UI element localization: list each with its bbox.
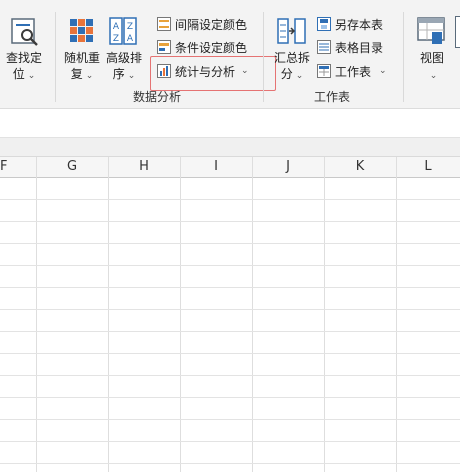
highlight-box (150, 56, 276, 91)
worksheet-icon (317, 64, 331, 78)
table-directory-icon (317, 40, 331, 54)
grid-column-line (108, 157, 109, 472)
grid-row-line (0, 375, 460, 376)
grid-column-line (396, 157, 397, 472)
view-icon (417, 17, 445, 44)
table-directory-button[interactable]: 表格目录 (317, 37, 383, 57)
condition-color-icon (157, 40, 171, 54)
grid-row-line (0, 463, 460, 464)
save-as-table-button[interactable]: 另存本表 (317, 14, 383, 34)
summary-split-button[interactable]: 汇总拆 分 ⌄ (270, 14, 314, 84)
grid-row-line (0, 353, 460, 354)
grid-row-line (0, 243, 460, 244)
grid-row-line (0, 265, 460, 266)
save-as-table-label: 另存本表 (335, 17, 384, 32)
save-as-table-icon (317, 17, 331, 31)
view-label: 视图 (419, 51, 444, 65)
interval-color-label: 间隔设定颜色 (175, 17, 248, 32)
column-header-l[interactable]: L (396, 157, 460, 178)
grid-row-line (0, 199, 460, 200)
summary-split-label-2: 分 ⌄ (280, 67, 304, 81)
group-label-data-analysis: 数据分析 (133, 90, 182, 104)
grid-row-line (0, 287, 460, 288)
group-label-worksheet: 工作表 (314, 90, 351, 104)
find-locate-label-1: 查找定 (5, 51, 42, 65)
ribbon: 查找定 位 ⌄ 随机重 复 ⌄ A Z Z A 高级排 序 ⌄ 间隔设定颜色 条… (0, 0, 460, 109)
ribbon-separator (403, 12, 404, 102)
find-locate-button[interactable]: 查找定 位 ⌄ (2, 14, 46, 84)
advanced-sort-button[interactable]: A Z Z A 高级排 序 ⌄ (104, 14, 144, 84)
worksheet-button[interactable]: 工作表 ⌄ (317, 61, 387, 81)
grid-column-line (252, 157, 253, 472)
advanced-sort-icon: A Z Z A (109, 17, 137, 45)
column-header-g[interactable]: G (36, 157, 108, 178)
grid-row-line (0, 331, 460, 332)
table-directory-label: 表格目录 (335, 40, 384, 55)
interval-color-button[interactable]: 间隔设定颜色 (157, 14, 247, 34)
chevron-down-icon: ⌄ (27, 71, 36, 81)
column-header-i[interactable]: I (180, 157, 252, 178)
ribbon-separator (55, 12, 56, 102)
grid-column-line (324, 157, 325, 472)
chevron-down-icon: ⌄ (295, 71, 304, 81)
chevron-down-icon: ⌄ (127, 71, 136, 81)
svg-text:Z: Z (113, 34, 119, 44)
grid-row-line (0, 309, 460, 310)
view-chevron: ⌄ (412, 66, 452, 84)
random-repeat-label-2: 复 ⌄ (70, 67, 94, 81)
chevron-down-icon: ⌄ (85, 71, 94, 81)
formula-bar[interactable] (0, 109, 460, 138)
worksheet-label: 工作表 (335, 64, 372, 79)
interval-color-icon (157, 17, 171, 31)
grid-row-line (0, 441, 460, 442)
svg-text:A: A (113, 22, 120, 32)
grid-row-line (0, 397, 460, 398)
chevron-down-icon: ⌄ (429, 71, 438, 81)
column-header-j[interactable]: J (252, 157, 324, 178)
column-header-f[interactable]: F (0, 157, 36, 178)
ribbon-overflow-edge (455, 16, 460, 48)
random-repeat-button[interactable]: 随机重 复 ⌄ (62, 14, 102, 84)
advanced-sort-label-2: 序 ⌄ (112, 67, 136, 81)
ribbon-separator (263, 12, 264, 102)
summary-split-icon (277, 18, 306, 44)
advanced-sort-label-1: 高级排 (105, 51, 142, 65)
grid-column-line (180, 157, 181, 472)
summary-split-label-1: 汇总拆 (273, 51, 310, 65)
random-repeat-icon (70, 19, 93, 42)
svg-text:Z: Z (127, 22, 133, 32)
condition-color-label: 条件设定颜色 (175, 40, 248, 55)
condition-color-button[interactable]: 条件设定颜色 (157, 37, 247, 57)
grid-column-line (36, 157, 37, 472)
grid-row-line (0, 221, 460, 222)
find-icon (11, 18, 38, 46)
column-header-h[interactable]: H (108, 157, 180, 178)
find-locate-label-2: 位 ⌄ (12, 67, 36, 81)
view-button[interactable]: 视图 ⌄ (412, 14, 452, 84)
svg-text:A: A (127, 34, 134, 44)
column-header-k[interactable]: K (324, 157, 396, 178)
random-repeat-label-1: 随机重 (63, 51, 100, 65)
name-box-strip (0, 138, 460, 157)
chevron-down-icon: ⌄ (379, 66, 387, 76)
grid-row-line (0, 419, 460, 420)
